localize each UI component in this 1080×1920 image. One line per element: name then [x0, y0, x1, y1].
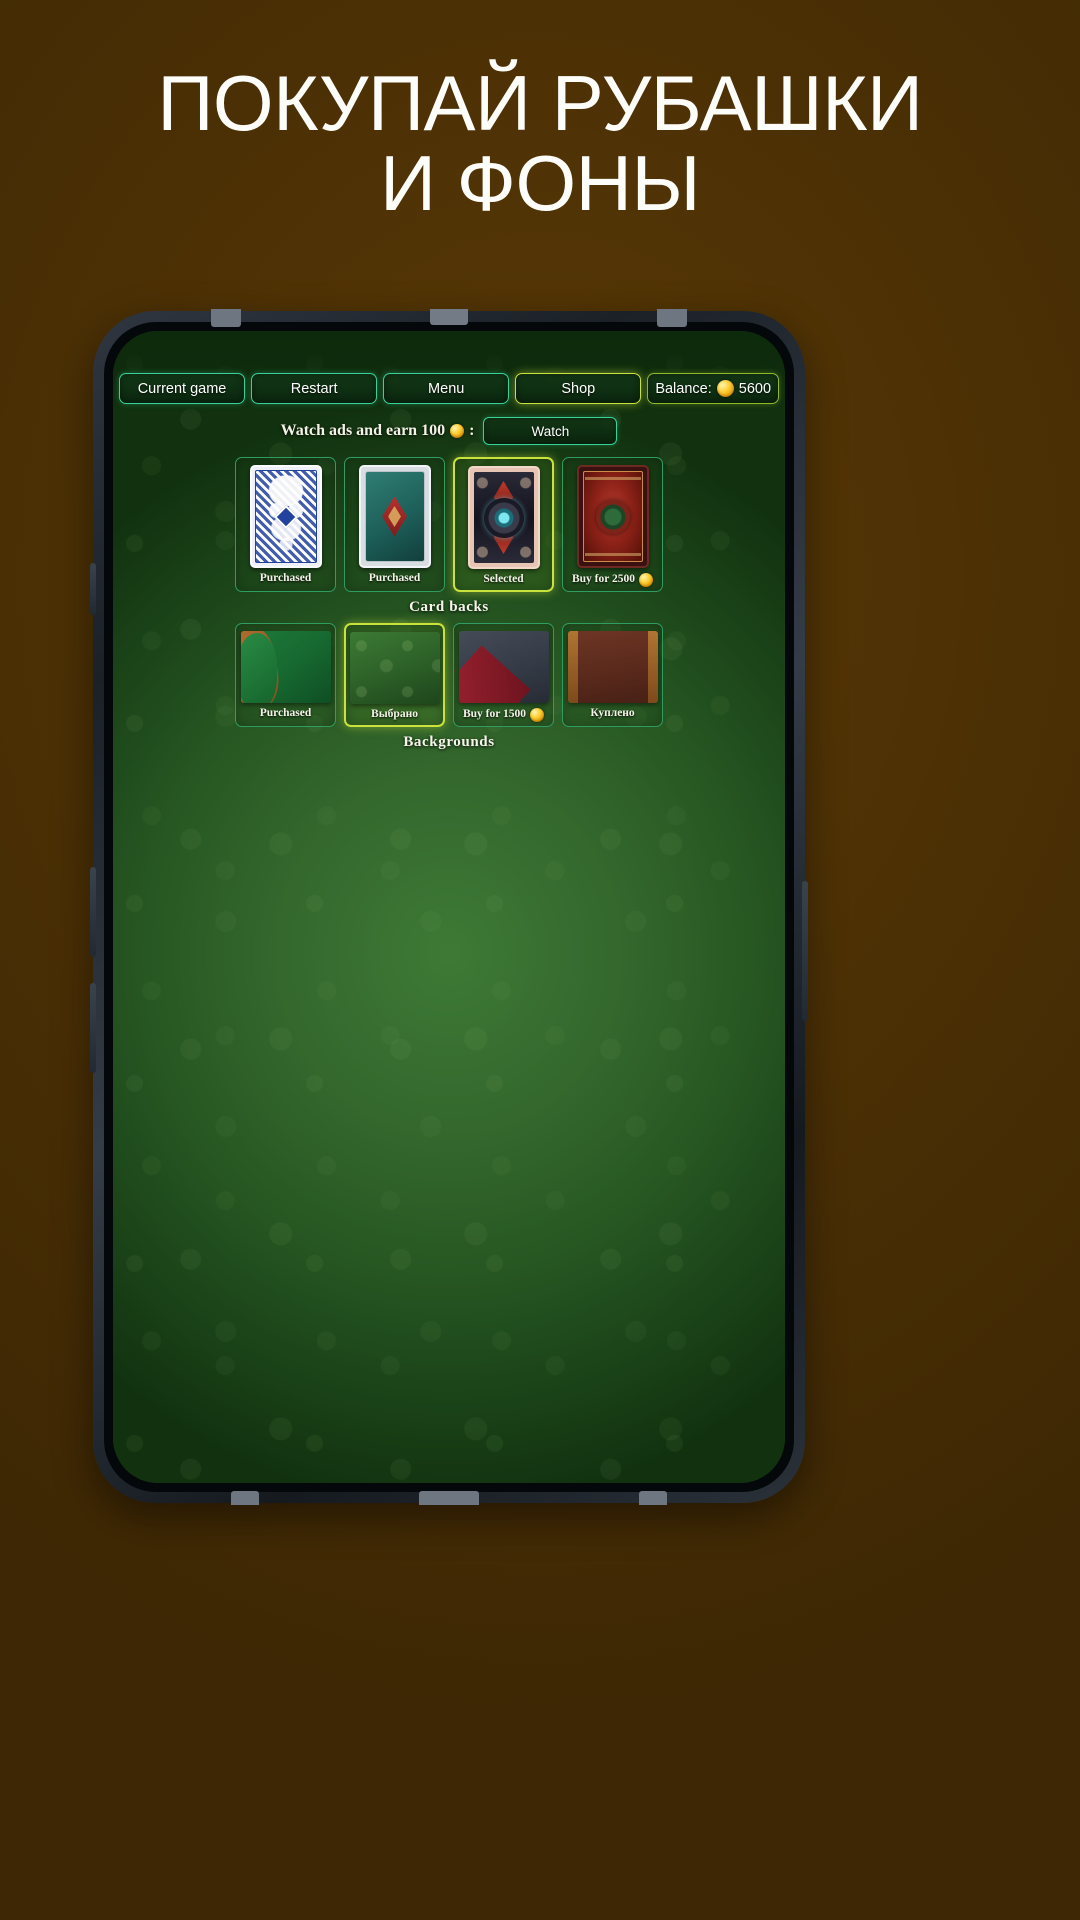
background-status-3: Buy for 1500	[462, 708, 545, 722]
card-backs-tile-row: Purchased Purchased Selected Buy for 250…	[113, 457, 785, 592]
background-price-text-3: Buy for 1500	[462, 708, 527, 721]
background-tile-1[interactable]: Purchased	[235, 623, 336, 727]
background-art-dark-red	[458, 631, 549, 703]
device-button-power[interactable]	[802, 881, 808, 1021]
card-back-status-3: Selected	[483, 573, 524, 586]
toolbar-button-restart[interactable]: Restart	[251, 373, 378, 404]
background-status-text-2: Выбрано	[371, 708, 418, 720]
toolbar-button-shop[interactable]: Shop	[515, 373, 642, 404]
balance-label: Balance:	[655, 380, 712, 397]
section-card-backs: Purchased Purchased Selected Buy for 250…	[113, 457, 785, 616]
coin-icon	[639, 573, 654, 587]
device-top-accent-right	[657, 309, 687, 327]
coin-icon	[716, 380, 734, 397]
card-back-tile-3[interactable]: Selected	[453, 457, 554, 592]
device-top-accent-left	[211, 309, 241, 327]
phone-inner-bezel: Current game Restart Menu Shop Balance: …	[104, 322, 794, 1492]
background-art-brown-wood	[567, 631, 658, 703]
card-back-tile-2[interactable]: Purchased	[344, 457, 445, 592]
balance-badge[interactable]: Balance: 5600	[647, 373, 780, 404]
card-back-status-text-2: Purchased	[368, 572, 421, 584]
card-back-price-text-4: Buy for 2500	[571, 573, 636, 586]
watch-ads-text: Watch ads and earn 100	[280, 422, 446, 439]
background-status-text-4: Куплено	[590, 707, 635, 719]
background-art-green-table	[240, 631, 331, 703]
background-art-green-felt	[349, 632, 440, 704]
watch-ads-row: Watch ads and earn 100 : Watch	[113, 417, 785, 445]
card-back-art-ornate	[467, 466, 540, 569]
background-tile-2[interactable]: Выбрано	[344, 623, 445, 727]
watch-ads-colon: :	[469, 422, 475, 439]
section-title-backgrounds: Backgrounds	[403, 734, 495, 750]
card-back-status-1: Purchased	[259, 572, 312, 585]
toolbar-button-current-game[interactable]: Current game	[119, 373, 246, 404]
watch-button[interactable]: Watch	[483, 417, 618, 445]
card-back-tile-1[interactable]: Purchased	[235, 457, 336, 592]
coin-icon	[450, 424, 465, 438]
device-button-volume-up[interactable]	[90, 867, 96, 957]
card-back-status-text-3: Selected	[483, 573, 524, 585]
card-back-status-4: Buy for 2500	[571, 573, 654, 587]
card-back-art-teal	[358, 465, 431, 568]
card-back-status-text-1: Purchased	[259, 572, 312, 584]
coin-icon	[530, 708, 545, 722]
toolbar-button-menu[interactable]: Menu	[383, 373, 510, 404]
background-tile-4[interactable]: Куплено	[562, 623, 663, 727]
background-status-1: Purchased	[259, 707, 312, 720]
promo-headline: ПОКУПАЙ РУБАШКИ И ФОНЫ	[157, 59, 923, 227]
device-bottom-accent	[419, 1491, 479, 1505]
device-speaker	[430, 309, 468, 325]
device-button-left-1[interactable]	[90, 563, 96, 615]
card-back-tile-4[interactable]: Buy for 2500	[562, 457, 663, 592]
phone-device-frame: Current game Restart Menu Shop Balance: …	[90, 309, 808, 1505]
watch-ads-label: Watch ads and earn 100 :	[281, 422, 475, 440]
section-title-card-backs: Card backs	[409, 599, 489, 615]
section-backgrounds: Purchased Выбрано Buy for 1500 Куплено B…	[113, 623, 785, 751]
device-button-volume-down[interactable]	[90, 983, 96, 1073]
backgrounds-tile-row: Purchased Выбрано Buy for 1500 Куплено	[113, 623, 785, 727]
device-bottom-accent-left	[231, 1491, 259, 1505]
background-status-text-1: Purchased	[259, 707, 312, 719]
card-back-art-blue	[249, 465, 322, 568]
background-status-2: Выбрано	[371, 708, 418, 721]
top-toolbar: Current game Restart Menu Shop Balance: …	[113, 373, 785, 404]
card-back-status-2: Purchased	[368, 572, 421, 585]
background-status-4: Куплено	[590, 707, 635, 720]
balance-value: 5600	[738, 380, 772, 397]
device-bottom-accent-right	[639, 1491, 667, 1505]
app-screen: Current game Restart Menu Shop Balance: …	[113, 331, 785, 1483]
card-back-art-red	[576, 465, 649, 568]
background-tile-3[interactable]: Buy for 1500	[453, 623, 554, 727]
